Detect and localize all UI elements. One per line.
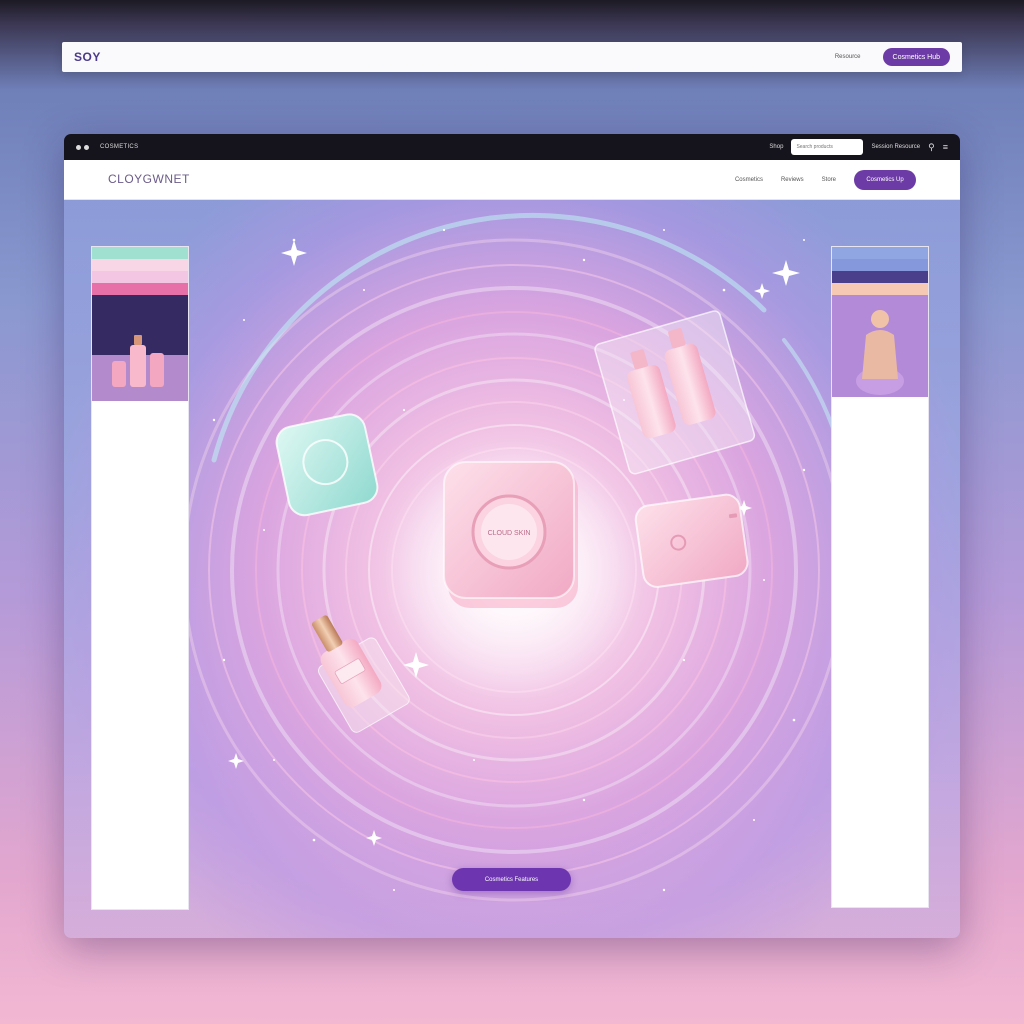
nav-cta-button[interactable]: Cosmetics Up [854,169,916,190]
center-product-label: CLOUD SKIN [488,530,531,537]
product-thumbnail [832,295,928,397]
left-product-column: Cosmetic Perfume Bottle Essence Skincare… [91,246,189,910]
nav-link-cosmetics[interactable]: Cosmetics [735,177,763,183]
product-card[interactable]: Rose Toner Duo [832,271,928,381]
center-compact-product[interactable]: CLOUD SKIN [443,461,578,608]
brand-logo[interactable]: CLOYGWNET [108,172,190,187]
site-navbar: CLOYGWNET Cosmetics Reviews Store Cosmet… [64,160,960,200]
hero-cta-button[interactable]: Cosmetics Features [452,868,571,891]
hero-section: CLOUD SKIN Cosmetics Features [64,200,960,938]
shop-link[interactable]: Shop [769,144,783,150]
outer-header-bar: SOY Resource Cosmetics Hub [62,42,962,72]
product-card[interactable]: Crystal Mist Bottles [92,271,188,381]
browser-window: COSMETICS Shop Session Resource ⚲ ≡ CLOY… [64,134,960,938]
nav-link-store[interactable]: Store [822,177,836,183]
product-card[interactable]: Cosmetic Perfume Bottle [92,247,188,355]
nav-link-reviews[interactable]: Reviews [781,177,804,183]
hero-artwork: CLOUD SKIN [182,212,856,902]
outer-logo: SOY [74,50,101,64]
window-titlebar: COSMETICS Shop Session Resource ⚲ ≡ [64,134,960,160]
product-thumbnail [92,295,188,401]
window-title: COSMETICS [100,144,139,150]
product-card[interactable]: Velvet Cream Jar [832,259,928,377]
search-icon[interactable]: ⚲ [928,142,935,153]
session-resource-link[interactable]: Session Resource [871,144,920,150]
brand-name: CLOYGWNET [108,172,190,186]
product-card[interactable]: Pure Glow Cream [832,247,928,365]
product-card[interactable]: Essence Skincare Serum [92,259,188,369]
pink-case-product[interactable] [634,493,749,589]
product-card[interactable]: Glow Serum [832,283,928,393]
window-dot-icon [76,144,81,150]
window-dot-icon [84,144,89,150]
mint-jar-product[interactable] [274,411,381,518]
outer-cta-button[interactable]: Cosmetics Hub [882,48,950,66]
menu-icon[interactable]: ≡ [943,142,948,152]
product-card[interactable]: Makeup Compact Case [92,283,188,401]
right-product-column: Pure Glow Cream Velvet Cream Jar [831,246,929,908]
search-input[interactable] [791,139,864,155]
outer-resource-link[interactable]: Resource [835,54,861,60]
